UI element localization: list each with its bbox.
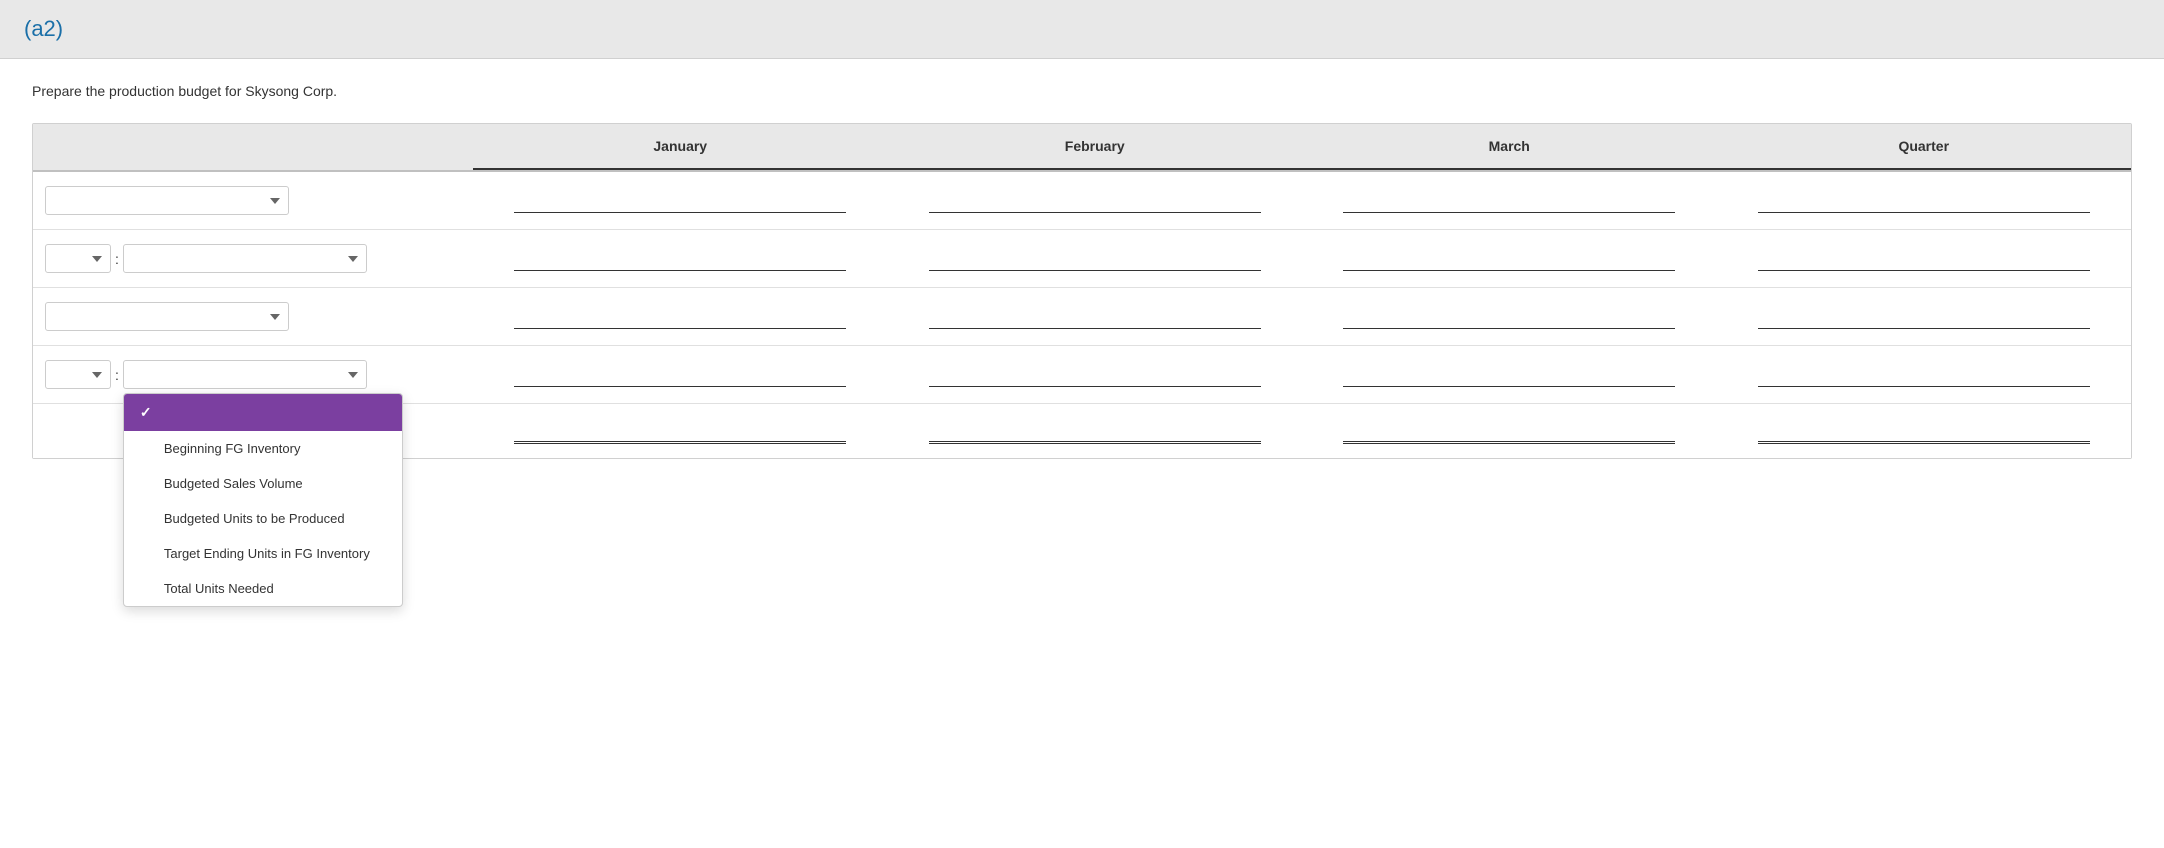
row-5-jan-cell xyxy=(473,412,888,450)
dropdown-popup-item-total-units[interactable]: Total Units Needed xyxy=(124,571,402,606)
colon-1: : xyxy=(115,251,119,267)
colon-2: : xyxy=(115,367,119,383)
header-cell-label xyxy=(33,124,473,170)
row-1-feb-cell xyxy=(888,183,1303,219)
row-5-feb-input[interactable] xyxy=(929,418,1261,444)
dropdown-popup-item-label-1: Beginning FG Inventory xyxy=(164,441,301,456)
budget-table: January February March Quarter Beginning… xyxy=(32,123,2132,459)
row-3-mar-input[interactable] xyxy=(1343,305,1675,329)
table-header: January February March Quarter xyxy=(33,124,2131,172)
row-4-dropdown1[interactable]: Add Less xyxy=(45,360,111,389)
instruction-text: Prepare the production budget for Skyson… xyxy=(32,83,2132,99)
row-3-jan-cell xyxy=(473,299,888,335)
dropdown-popup-item-empty[interactable]: ✓ xyxy=(124,394,402,431)
header-cell-february: February xyxy=(888,124,1303,170)
row-3-qtr-cell xyxy=(1717,299,2132,335)
row-2-mar-cell xyxy=(1302,241,1717,277)
row-2-dropdown1[interactable]: Add Less xyxy=(45,244,111,273)
dropdown-popup-item-budgeted-units[interactable]: Budgeted Units to be Produced xyxy=(124,501,402,536)
row-1-feb-input[interactable] xyxy=(929,189,1261,213)
row-1-qtr-input[interactable] xyxy=(1758,189,2090,213)
table-row: Add Less : Beginning FG Inventory Budget… xyxy=(33,346,2131,404)
row-3-jan-input[interactable] xyxy=(514,305,846,329)
row-1-mar-input[interactable] xyxy=(1343,189,1675,213)
row-1-qtr-cell xyxy=(1717,183,2132,219)
row-1-label: Beginning FG Inventory Budgeted Sales Vo… xyxy=(33,180,473,221)
row-1-mar-cell xyxy=(1302,183,1717,219)
row-2-dropdown2[interactable]: Beginning FG Inventory Budgeted Sales Vo… xyxy=(123,244,367,273)
row-4-qtr-cell xyxy=(1717,357,2132,393)
row-2-feb-input[interactable] xyxy=(929,247,1261,271)
row-3-feb-input[interactable] xyxy=(929,305,1261,329)
row-5-mar-input[interactable] xyxy=(1343,418,1675,444)
row-5-qtr-input[interactable] xyxy=(1758,418,2090,444)
row-2-qtr-input[interactable] xyxy=(1758,247,2090,271)
row-2-jan-input[interactable] xyxy=(514,247,846,271)
dropdown-popup: ✓ Beginning FG Inventory Budgeted Sales xyxy=(123,393,403,607)
dropdown-popup-item-beginning-fg[interactable]: Beginning FG Inventory xyxy=(124,431,402,466)
dropdown-popup-item-budgeted-sales[interactable]: Budgeted Sales Volume xyxy=(124,466,402,501)
table-rows: Beginning FG Inventory Budgeted Sales Vo… xyxy=(33,172,2131,458)
header-cell-january: January xyxy=(473,124,888,170)
row-4-mar-cell xyxy=(1302,357,1717,393)
row-4-feb-input[interactable] xyxy=(929,363,1261,387)
row-3-label: Beginning FG Inventory Budgeted Sales Vo… xyxy=(33,296,473,337)
row-5-feb-cell xyxy=(888,412,1303,450)
dropdown-popup-item-target-ending[interactable]: Target Ending Units in FG Inventory xyxy=(124,536,402,571)
table-row: Beginning FG Inventory Budgeted Sales Vo… xyxy=(33,288,2131,346)
row-4-dropdown2[interactable]: Beginning FG Inventory Budgeted Sales Vo… xyxy=(123,360,367,389)
row-2-label: Add Less : Beginning FG Inventory Budget… xyxy=(33,238,473,279)
row-5-jan-input[interactable] xyxy=(514,418,846,444)
row-2-feb-cell xyxy=(888,241,1303,277)
header-cell-march: March xyxy=(1302,124,1717,170)
row-5-mar-cell xyxy=(1302,412,1717,450)
page-title: (a2) xyxy=(24,16,63,41)
checkmark-icon: ✓ xyxy=(140,404,156,421)
content-area: Prepare the production budget for Skyson… xyxy=(0,59,2164,483)
page-wrapper: (a2) Prepare the production budget for S… xyxy=(0,0,2164,848)
row-3-mar-cell xyxy=(1302,299,1717,335)
table-row: Beginning FG Inventory Budgeted Sales Vo… xyxy=(33,172,2131,230)
row-5-qtr-cell xyxy=(1717,412,2132,450)
row-4-jan-input[interactable] xyxy=(514,363,846,387)
dropdown-popup-item-label-3: Budgeted Units to be Produced xyxy=(164,511,345,526)
table-row: Add Less : Beginning FG Inventory Budget… xyxy=(33,230,2131,288)
row-3-qtr-input[interactable] xyxy=(1758,305,2090,329)
row-1-dropdown[interactable]: Beginning FG Inventory Budgeted Sales Vo… xyxy=(45,186,289,215)
header-bar: (a2) xyxy=(0,0,2164,59)
row-1-jan-cell xyxy=(473,183,888,219)
row-2-mar-input[interactable] xyxy=(1343,247,1675,271)
row-3-dropdown[interactable]: Beginning FG Inventory Budgeted Sales Vo… xyxy=(45,302,289,331)
dropdown-popup-item-label-5: Total Units Needed xyxy=(164,581,274,596)
row-1-dropdown-wrapper: Beginning FG Inventory Budgeted Sales Vo… xyxy=(45,186,289,215)
row-4-feb-cell xyxy=(888,357,1303,393)
dropdown-popup-item-label-2: Budgeted Sales Volume xyxy=(164,476,303,491)
row-1-jan-input[interactable] xyxy=(514,189,846,213)
row-2-qtr-cell xyxy=(1717,241,2132,277)
row-4-label: Add Less : Beginning FG Inventory Budget… xyxy=(33,354,473,395)
row-3-feb-cell xyxy=(888,299,1303,335)
row-4-qtr-input[interactable] xyxy=(1758,363,2090,387)
dropdown-popup-item-label-4: Target Ending Units in FG Inventory xyxy=(164,546,370,561)
row-4-dropdown2-wrapper: Beginning FG Inventory Budgeted Sales Vo… xyxy=(123,360,367,389)
row-2-jan-cell xyxy=(473,241,888,277)
row-4-mar-input[interactable] xyxy=(1343,363,1675,387)
row-4-jan-cell xyxy=(473,357,888,393)
header-cell-quarter: Quarter xyxy=(1717,124,2132,170)
